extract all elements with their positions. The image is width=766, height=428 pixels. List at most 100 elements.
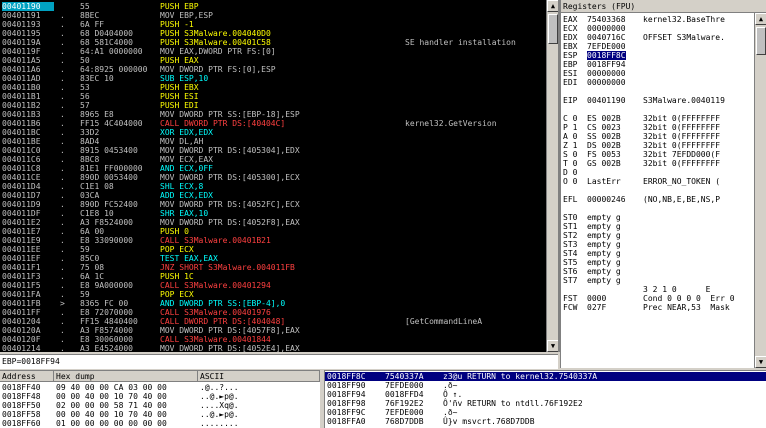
scroll-down-button[interactable]: ▼ (755, 356, 766, 368)
row-comment: [GetCommandLineA (405, 317, 483, 326)
registers-pane[interactable]: Registers (FPU) EAX 75403368 kernel32.Base… (560, 0, 766, 368)
disassembly-pane[interactable]: 00401190 55 PUSH EBP 00401191. 8BEC MOV EBP,E… (0, 0, 560, 352)
register-name: ST3 (563, 240, 578, 249)
register-name: EBP (563, 60, 578, 69)
dump-ascii: ..@.►p@. (200, 392, 239, 401)
row-disassembly: MOV DL,AH (160, 137, 204, 146)
register-name: EDI (563, 78, 578, 87)
stack-row[interactable]: 0018FF8C 7540337A z3@u RETURN to kernel32.… (325, 372, 766, 381)
row-hex: 890D 0053400 (80, 173, 138, 182)
row-marker: . (60, 326, 65, 335)
row-comment: kernel32.GetVersion (405, 119, 497, 128)
row-hex: 83EC 10 (80, 74, 114, 83)
stack-row[interactable]: 0018FFA0 768D7DDB Û}v msvcrt.768D7DDB (325, 417, 766, 426)
scroll-down-button[interactable]: ▼ (547, 340, 558, 352)
column-header-ascii[interactable]: ASCII (198, 371, 320, 382)
row-address: 00401193 (2, 20, 41, 29)
row-hex: 33D2 (80, 128, 100, 137)
row-hex: 57 (80, 101, 90, 110)
row-hex: E8 72070000 (80, 308, 133, 317)
row-hex: 81E1 FF000000 (80, 164, 143, 173)
register-comment: S3Malware.0040119 (643, 96, 725, 105)
row-address: 004011D9 (2, 200, 41, 209)
hex-dump-pane[interactable]: Address Hex dump ASCII 0018FF40 09 40 00 … (0, 370, 320, 428)
stack-comment: Û}v msvcrt.768D7DDB (443, 417, 535, 426)
scroll-up-button[interactable]: ▲ (547, 0, 558, 12)
row-hex: 64:A1 0000000 (80, 47, 143, 56)
row-hex: 6A FF (80, 20, 105, 29)
register-name: ST2 (563, 231, 578, 240)
row-disassembly: PUSH -1 (160, 20, 194, 29)
stack-pane[interactable]: 0018FF8C 7540337A z3@u RETURN to kernel32.… (324, 370, 766, 428)
column-header-address[interactable]: Address (0, 371, 54, 382)
row-disassembly: PUSH EAX (160, 56, 199, 65)
register-comment: 32bit 7EFDD000(F (643, 150, 721, 159)
row-disassembly: MOV DWORD PTR DS:[4052F8],EAX (160, 218, 300, 227)
row-disassembly: AND ECX,0FF (160, 164, 213, 173)
row-marker: . (60, 290, 65, 299)
register-name: ST0 (563, 213, 578, 222)
row-address: 004011E7 (2, 227, 41, 236)
row-marker: . (60, 20, 65, 29)
row-marker: . (60, 245, 65, 254)
register-value: empty g (587, 249, 621, 258)
row-marker: . (60, 209, 65, 218)
row-marker: . (60, 101, 65, 110)
stack-row[interactable]: 0018FF98 76F192E2 Ô'ñv RETURN to ntdll.76F… (325, 399, 766, 408)
stack-address: 0018FF90 (327, 381, 366, 390)
row-hex: E8 30060000 (80, 335, 133, 344)
register-name: FCW (563, 303, 578, 312)
column-header-hex[interactable]: Hex dump (54, 371, 198, 382)
register-value: LastErr (587, 177, 621, 186)
row-marker: . (60, 11, 65, 20)
row-hex: 59 (80, 290, 90, 299)
row-marker: . (60, 38, 65, 47)
row-disassembly: ADD ECX,EDX (160, 191, 213, 200)
row-hex: A3 F8524000 (80, 218, 133, 227)
stack-value: 0018FFD4 (385, 390, 424, 399)
row-disassembly: POP ECX (160, 245, 194, 254)
register-comment: 32bit 0(FFFFFFFF (643, 141, 721, 150)
register-value: 027F (587, 303, 607, 312)
row-disassembly: MOV DWORD PTR DS:[4052E4],EAX (160, 344, 300, 352)
row-address: 004011FA (2, 290, 41, 299)
register-name: Z 1 (563, 141, 578, 150)
row-hex: FF15 4840400 (80, 317, 138, 326)
stack-row[interactable]: 0018FF94 0018FFD4 Ô ↑. (325, 390, 766, 399)
register-value: empty g (587, 231, 621, 240)
register-name: FST (563, 294, 578, 303)
row-disassembly: PUSH EDI (160, 101, 199, 110)
row-marker: . (60, 254, 65, 263)
row-marker: . (60, 137, 65, 146)
row-marker: . (60, 83, 65, 92)
row-address: 004011F5 (2, 281, 41, 290)
registers-scrollbar[interactable]: ▲ ▼ (754, 13, 766, 368)
row-marker: . (60, 146, 65, 155)
row-marker: . (60, 281, 65, 290)
stack-row[interactable]: 0018FF9C 7EFDE000 .ð~ (325, 408, 766, 417)
row-address: 004011D7 (2, 191, 41, 200)
row-address: 004011FB (2, 299, 41, 308)
row-disassembly: JNZ SHORT S3Malware.004011FB (160, 263, 295, 272)
stack-address: 0018FF9C (327, 408, 366, 417)
row-hex: E8 9A000000 (80, 281, 133, 290)
scroll-up-button[interactable]: ▲ (755, 13, 766, 25)
info-text: EBP=0018FF94 (2, 357, 60, 366)
register-value: GS 002B (587, 159, 621, 168)
row-disassembly: CALL S3Malware.00401294 (160, 281, 271, 290)
register-comment: 3 2 1 0 E (643, 285, 711, 294)
row-marker: . (60, 191, 65, 200)
row-address: 004011CE (2, 173, 41, 182)
row-disassembly: MOV EBP,ESP (160, 11, 213, 20)
disassembly-scrollbar[interactable]: ▲ ▼ (546, 0, 558, 352)
disassembly-row[interactable]: 00401214. A3 E4524000 MOV DWORD PTR DS:[40… (0, 344, 558, 352)
row-address: 004011EF (2, 254, 41, 263)
row-marker: . (60, 344, 65, 352)
register-name: ESI (563, 69, 578, 78)
row-address: 004011C8 (2, 164, 41, 173)
stack-comment: .ð~ (443, 408, 458, 417)
row-disassembly: PUSH S3Malware.00401C58 (160, 38, 271, 47)
stack-row[interactable]: 0018FF90 7EFDE000 .ð~ (325, 381, 766, 390)
scroll-thumb[interactable] (756, 27, 766, 55)
scroll-thumb[interactable] (548, 14, 558, 44)
